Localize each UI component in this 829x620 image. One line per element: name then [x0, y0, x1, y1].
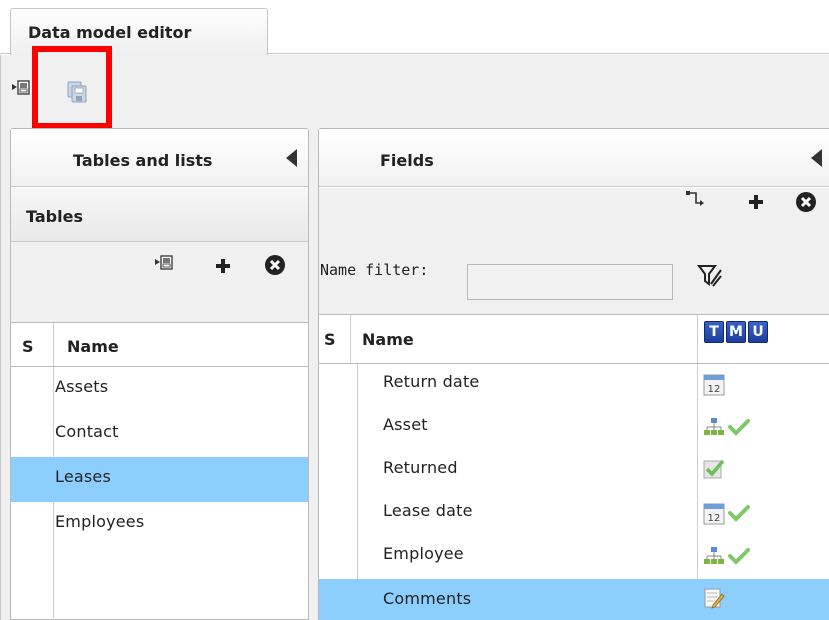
export-icon[interactable]	[155, 254, 175, 274]
export-icon[interactable]	[12, 78, 32, 100]
field-row[interactable]: Comments	[319, 579, 829, 620]
check-icon	[728, 418, 750, 436]
add-icon[interactable]	[214, 257, 232, 275]
table-row[interactable]: Leases	[11, 457, 308, 502]
tables-section-header: Tables	[11, 188, 308, 242]
check-icon	[728, 547, 750, 565]
field-row[interactable]: Lease date 12	[319, 493, 829, 536]
calendar-day: 12	[707, 384, 720, 395]
field-row[interactable]: Return date 12	[319, 364, 829, 407]
tables-column-header: S Name	[11, 322, 308, 367]
hierarchy-icon	[703, 417, 725, 437]
section-title: Tables	[26, 207, 83, 226]
field-row[interactable]: Returned	[319, 450, 829, 493]
calendar-icon: 12	[703, 372, 725, 396]
panel-title: Tables and lists	[73, 151, 213, 170]
fields-column-header: S Name T M U	[319, 314, 829, 364]
name-filter-input[interactable]	[467, 264, 673, 300]
panel-title: Fields	[380, 151, 434, 170]
calendar-day: 12	[707, 513, 720, 524]
table-row[interactable]: Assets	[11, 367, 308, 412]
check-icon	[728, 504, 750, 522]
col-name[interactable]: Name	[67, 337, 119, 356]
badge-u[interactable]: U	[748, 321, 768, 343]
badge-t[interactable]: T	[704, 321, 724, 343]
collapse-icon[interactable]	[811, 149, 822, 167]
add-icon[interactable]	[747, 193, 765, 211]
tab-label: Data model editor	[28, 23, 192, 42]
fields-header: Fields	[319, 129, 829, 187]
clear-filter-icon[interactable]	[697, 262, 723, 290]
collapse-icon[interactable]	[286, 149, 297, 167]
col-s: S	[22, 337, 34, 356]
checkbox-icon	[703, 458, 725, 480]
tables-toolbar	[11, 242, 308, 322]
table-row[interactable]: Contact	[11, 412, 308, 457]
table-row[interactable]: Employees	[11, 502, 308, 547]
calendar-icon: 12	[703, 501, 725, 525]
col-s: S	[324, 330, 336, 349]
col-name[interactable]: Name	[362, 330, 414, 349]
name-filter-label: Name filter:	[320, 261, 429, 279]
badge-m[interactable]: M	[726, 321, 746, 343]
hierarchy-icon	[703, 546, 725, 566]
reorder-icon[interactable]	[684, 188, 706, 210]
tables-and-lists-header: Tables and lists	[11, 129, 308, 187]
delete-icon[interactable]	[264, 254, 286, 276]
field-row[interactable]: Asset	[319, 407, 829, 450]
field-row[interactable]: Employee	[319, 536, 829, 579]
delete-icon[interactable]	[795, 191, 817, 213]
note-icon	[703, 587, 725, 609]
save-all-highlight	[32, 46, 112, 129]
fields-toolbar: Name filter:	[319, 188, 829, 314]
